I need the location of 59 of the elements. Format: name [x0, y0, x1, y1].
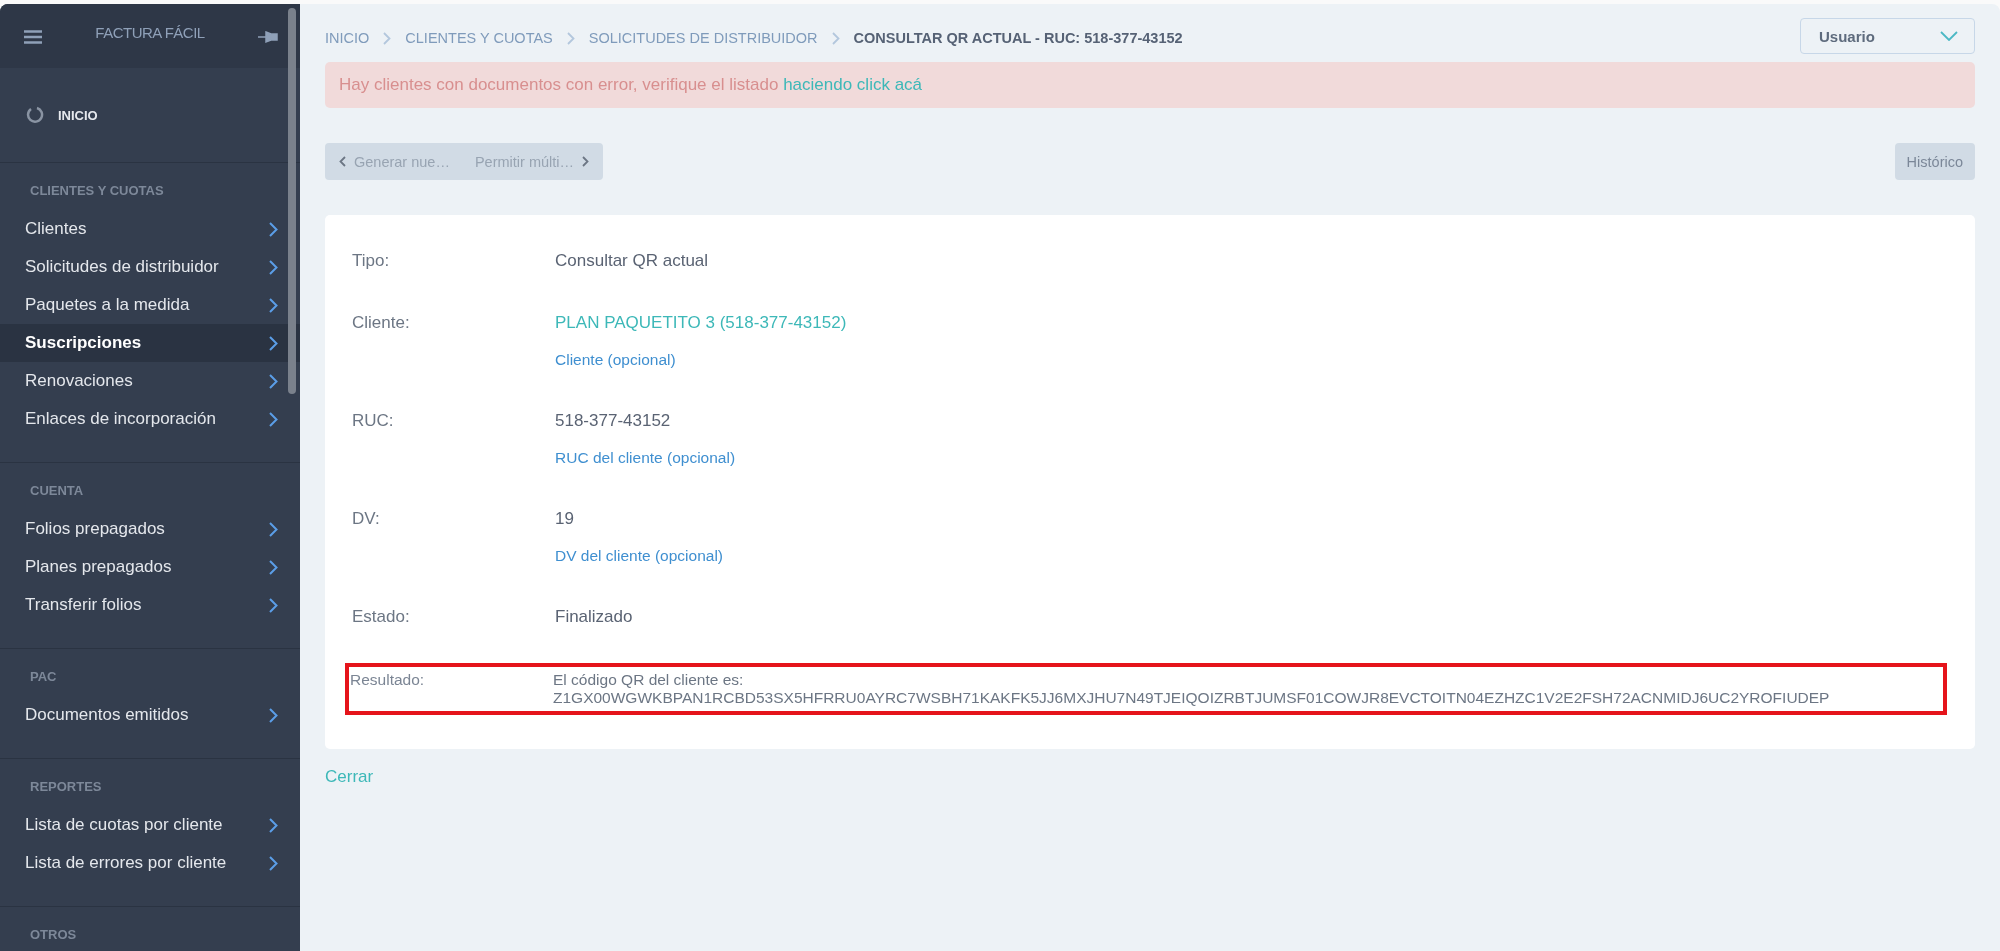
sidebar-item[interactable]: Paquetes a la medida [0, 286, 300, 324]
sidebar-item[interactable]: Enlaces de incorporación [0, 400, 300, 438]
sidebar-item[interactable]: Renovaciones [0, 362, 300, 400]
field-label: Cliente: [352, 313, 411, 334]
field-value: Finalizado [555, 607, 633, 626]
sidebar-item[interactable]: Lista de cuotas por cliente [0, 806, 300, 844]
chevron-right-icon [269, 597, 278, 613]
chevron-right-icon [269, 373, 278, 389]
sidebar-item[interactable]: Planes prepagados [0, 548, 300, 586]
sidebar-item[interactable]: Documentos emitidos [0, 696, 300, 734]
user-dropdown[interactable]: Usuario [1800, 18, 1975, 54]
breadcrumb-item: CONSULTAR QR ACTUAL - RUC: 518-377-43152 [853, 30, 1183, 46]
field-value: 19 [555, 509, 574, 528]
chevron-left-icon [339, 156, 346, 167]
chevron-right-icon [269, 521, 278, 537]
field-label: Tipo: [352, 251, 391, 271]
field-hint: DV del cliente (opcional) [555, 547, 724, 565]
chevron-right-icon [582, 156, 589, 167]
result-text: Z1GX00WGWKBPAN1RCBD53SX5HFRRU0AYRC7WSBH71KAKFK5JJ6MXJHU7N49TJEIQOIZRBTJUMSF01COWJR8EVCTOITN04EZHZC1V2E2FSH72ACNMIDJ6UC2YROFIUDEP [553, 689, 1831, 707]
home-label: INICIO [58, 107, 98, 123]
sidebar-item[interactable]: Folios prepagados [0, 510, 300, 548]
scrollbar[interactable] [288, 8, 296, 394]
field-label: DV: [352, 509, 381, 530]
pin-icon[interactable] [258, 30, 278, 44]
chevron-right-icon [269, 297, 278, 313]
alert-message: Hay clientes con documentos con error, verifique el listado [339, 75, 779, 94]
field-hint: Cliente (opcional) [555, 351, 677, 369]
chevron-right-icon [269, 817, 278, 833]
chevron-down-icon [1940, 31, 1958, 41]
sidebar-item[interactable]: Suscripciones [0, 324, 300, 362]
chevron-right-icon [383, 31, 392, 45]
spinner-icon [26, 106, 44, 124]
section-title: OTROS [29, 927, 78, 944]
section-title: CUENTA [29, 483, 85, 500]
chevron-right-icon [269, 855, 278, 871]
sidebar-item[interactable]: Lista de errores por cliente [0, 844, 300, 882]
sidebar-item[interactable]: Clientes [0, 210, 300, 248]
sidebar-item[interactable]: Solicitudes de distribuidor [0, 248, 300, 286]
brand-name: FACTURA FÁCIL [94, 23, 206, 41]
field-label: Resultado: [350, 671, 426, 690]
chevron-right-icon [269, 335, 278, 351]
section-title: PAC [29, 669, 58, 686]
field-label: Estado: [352, 607, 411, 627]
chevron-right-icon [269, 411, 278, 427]
field-hint: RUC del cliente (opcional) [555, 449, 737, 467]
field-value: 518-377-43152 [555, 411, 671, 430]
menu-icon[interactable] [24, 30, 42, 44]
field-label: RUC: [352, 411, 395, 432]
chevron-right-icon [269, 259, 278, 275]
chevron-right-icon [831, 31, 840, 45]
chevron-right-icon [269, 559, 278, 575]
chevron-right-icon [566, 31, 575, 45]
result-text: El código QR del cliente es: [553, 671, 745, 689]
chevron-right-icon [269, 707, 278, 723]
field-value: Consultar QR actual [555, 251, 709, 270]
section-title: CLIENTES Y CUOTAS [29, 183, 165, 200]
chevron-right-icon [269, 221, 278, 237]
sidebar-item[interactable]: Transferir folios [0, 586, 300, 624]
section-title: REPORTES [29, 779, 103, 796]
